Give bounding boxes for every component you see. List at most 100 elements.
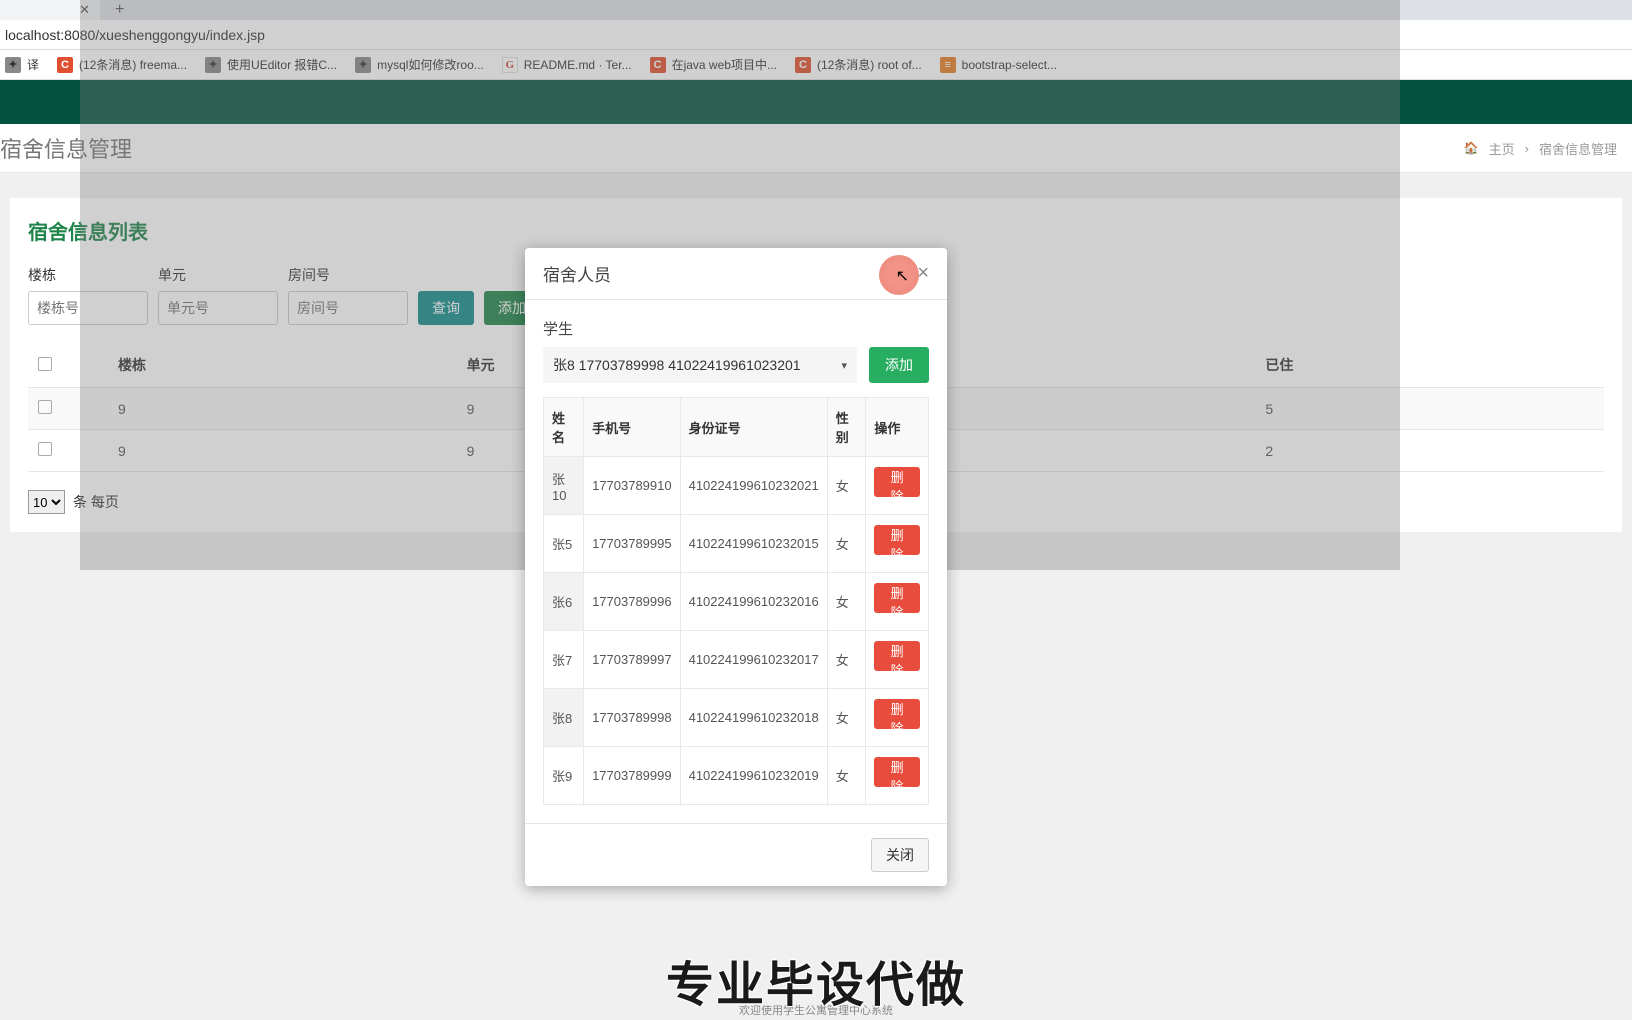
page-size-select[interactable]: 10 — [28, 490, 65, 514]
cell-name: 张9 — [544, 747, 584, 805]
dorm-members-modal: 宿舍人员 ↖ × 学生 张8 17703789998 4102241996102… — [525, 248, 947, 886]
cell-name: 张10 — [544, 457, 584, 515]
student-dropdown[interactable]: 张8 17703789998 41022419961023201 — [543, 347, 857, 383]
page-title: 宿舍信息管理 — [0, 132, 132, 164]
row-checkbox[interactable] — [38, 400, 52, 414]
table-header: 楼栋 — [108, 343, 457, 388]
cell-idcard: 410224199610232016 — [680, 573, 827, 631]
browser-tabs: ✕ + — [0, 0, 1632, 20]
home-icon: 🏠 — [1464, 141, 1479, 155]
close-icon[interactable]: × — [917, 262, 929, 285]
delete-button[interactable]: 删除 — [874, 757, 920, 787]
modal-table-header: 操作 — [866, 398, 929, 457]
room-input[interactable] — [288, 291, 408, 325]
bookmark-label: (12条消息) freema... — [79, 56, 187, 73]
cell-occupied: 2 — [1255, 430, 1604, 472]
row-checkbox[interactable] — [38, 442, 52, 456]
building-label: 楼栋 — [28, 265, 148, 285]
bookmark-item[interactable]: ✦ mysql如何修改roo... — [355, 56, 484, 73]
bookmark-icon: ✦ — [205, 57, 221, 73]
bookmark-item[interactable]: ✦ 使用UEditor 报错C... — [205, 56, 337, 73]
cell-phone: 17703789997 — [584, 631, 681, 689]
watermark-text: 专业毕设代做 — [666, 945, 966, 1015]
modal-close-button[interactable]: 关闭 — [871, 838, 929, 872]
cell-gender: 女 — [827, 689, 866, 747]
breadcrumb-separator: › — [1525, 141, 1529, 156]
delete-button[interactable]: 删除 — [874, 641, 920, 671]
cell-idcard: 410224199610232017 — [680, 631, 827, 689]
member-row: 张9 17703789999 410224199610232019 女 删除 — [544, 747, 929, 805]
close-icon[interactable]: ✕ — [79, 2, 90, 18]
bookmark-item[interactable]: C (12条消息) freema... — [57, 56, 187, 73]
room-label: 房间号 — [288, 265, 408, 285]
bookmark-item[interactable]: C(12条消息) root of... — [795, 56, 922, 73]
modal-title: 宿舍人员 — [543, 261, 611, 286]
cell-gender: 女 — [827, 747, 866, 805]
breadcrumb: 🏠 主页 › 宿舍信息管理 — [1464, 139, 1617, 158]
delete-button[interactable]: 删除 — [874, 583, 920, 613]
bookmark-icon: G — [502, 57, 518, 73]
unit-label: 单元 — [158, 265, 278, 285]
cell-phone: 17703789999 — [584, 747, 681, 805]
cell-building: 9 — [108, 388, 457, 430]
query-button[interactable]: 查询 — [418, 291, 474, 325]
pager-text: 条 每页 — [73, 492, 119, 512]
cell-gender: 女 — [827, 631, 866, 689]
delete-button[interactable]: 删除 — [874, 699, 920, 729]
modal-table-header: 性别 — [827, 398, 866, 457]
bookmark-icon: C — [57, 57, 73, 73]
bookmark-item[interactable]: ✦译 — [5, 56, 39, 73]
modal-table-header: 手机号 — [584, 398, 681, 457]
bookmark-item[interactable]: C在java web项目中... — [650, 56, 777, 73]
cell-building: 9 — [108, 430, 457, 472]
member-row: 张8 17703789998 410224199610232018 女 删除 — [544, 689, 929, 747]
bookmark-icon: ≡ — [940, 57, 956, 73]
cell-gender: 女 — [827, 573, 866, 631]
cell-idcard: 410224199610232018 — [680, 689, 827, 747]
delete-button[interactable]: 删除 — [874, 467, 920, 497]
cell-idcard: 410224199610232021 — [680, 457, 827, 515]
bookmark-label: mysql如何修改roo... — [377, 56, 484, 73]
bookmark-item[interactable]: ≡ bootstrap-select... — [940, 57, 1057, 73]
url-text[interactable]: localhost:8080/xueshenggongyu/index.jsp — [5, 27, 265, 43]
bookmark-label: 译 — [27, 56, 39, 73]
cell-name: 张8 — [544, 689, 584, 747]
cell-phone: 17703789910 — [584, 457, 681, 515]
cell-gender: 女 — [827, 457, 866, 515]
cell-phone: 17703789998 — [584, 689, 681, 747]
table-header: 已住 — [1255, 343, 1604, 388]
nav-bar — [0, 80, 1632, 124]
cell-idcard: 410224199610232019 — [680, 747, 827, 805]
bookmark-icon: ✦ — [355, 57, 371, 73]
members-table: 姓名手机号身份证号性别操作 张10 17703789910 4102241996… — [543, 397, 929, 805]
member-row: 张7 17703789997 410224199610232017 女 删除 — [544, 631, 929, 689]
breadcrumb-current: 宿舍信息管理 — [1539, 139, 1617, 158]
bookmark-label: bootstrap-select... — [962, 58, 1057, 72]
bookmark-label: 在java web项目中... — [672, 56, 777, 73]
delete-button[interactable]: 删除 — [874, 525, 920, 555]
cell-phone: 17703789996 — [584, 573, 681, 631]
new-tab-button[interactable]: + — [115, 1, 124, 19]
bookmark-icon: ✦ — [5, 57, 21, 73]
panel-title: 宿舍信息列表 — [28, 216, 1604, 245]
dropdown-value: 张8 17703789998 41022419961023201 — [553, 355, 801, 375]
building-input[interactable] — [28, 291, 148, 325]
cell-occupied: 5 — [1255, 388, 1604, 430]
modal-table-header: 身份证号 — [680, 398, 827, 457]
browser-tab[interactable]: ✕ — [0, 0, 100, 20]
modal-add-button[interactable]: 添加 — [869, 347, 929, 383]
member-row: 张6 17703789996 410224199610232016 女 删除 — [544, 573, 929, 631]
modal-footer: 关闭 — [525, 823, 947, 886]
cell-gender: 女 — [827, 515, 866, 573]
bookmark-label: (12条消息) root of... — [817, 56, 922, 73]
bookmark-item[interactable]: GREADME.md · Ter... — [502, 57, 632, 73]
bookmarks-bar: ✦译C(12条消息) freema...✦使用UEditor 报错C...✦my… — [0, 50, 1632, 80]
unit-input[interactable] — [158, 291, 278, 325]
bookmark-label: 使用UEditor 报错C... — [227, 56, 337, 73]
cell-name: 张6 — [544, 573, 584, 631]
modal-table-header: 姓名 — [544, 398, 584, 457]
breadcrumb-home[interactable]: 主页 — [1489, 139, 1515, 158]
select-all-checkbox[interactable] — [38, 357, 52, 371]
member-row: 张10 17703789910 410224199610232021 女 删除 — [544, 457, 929, 515]
cell-idcard: 410224199610232015 — [680, 515, 827, 573]
